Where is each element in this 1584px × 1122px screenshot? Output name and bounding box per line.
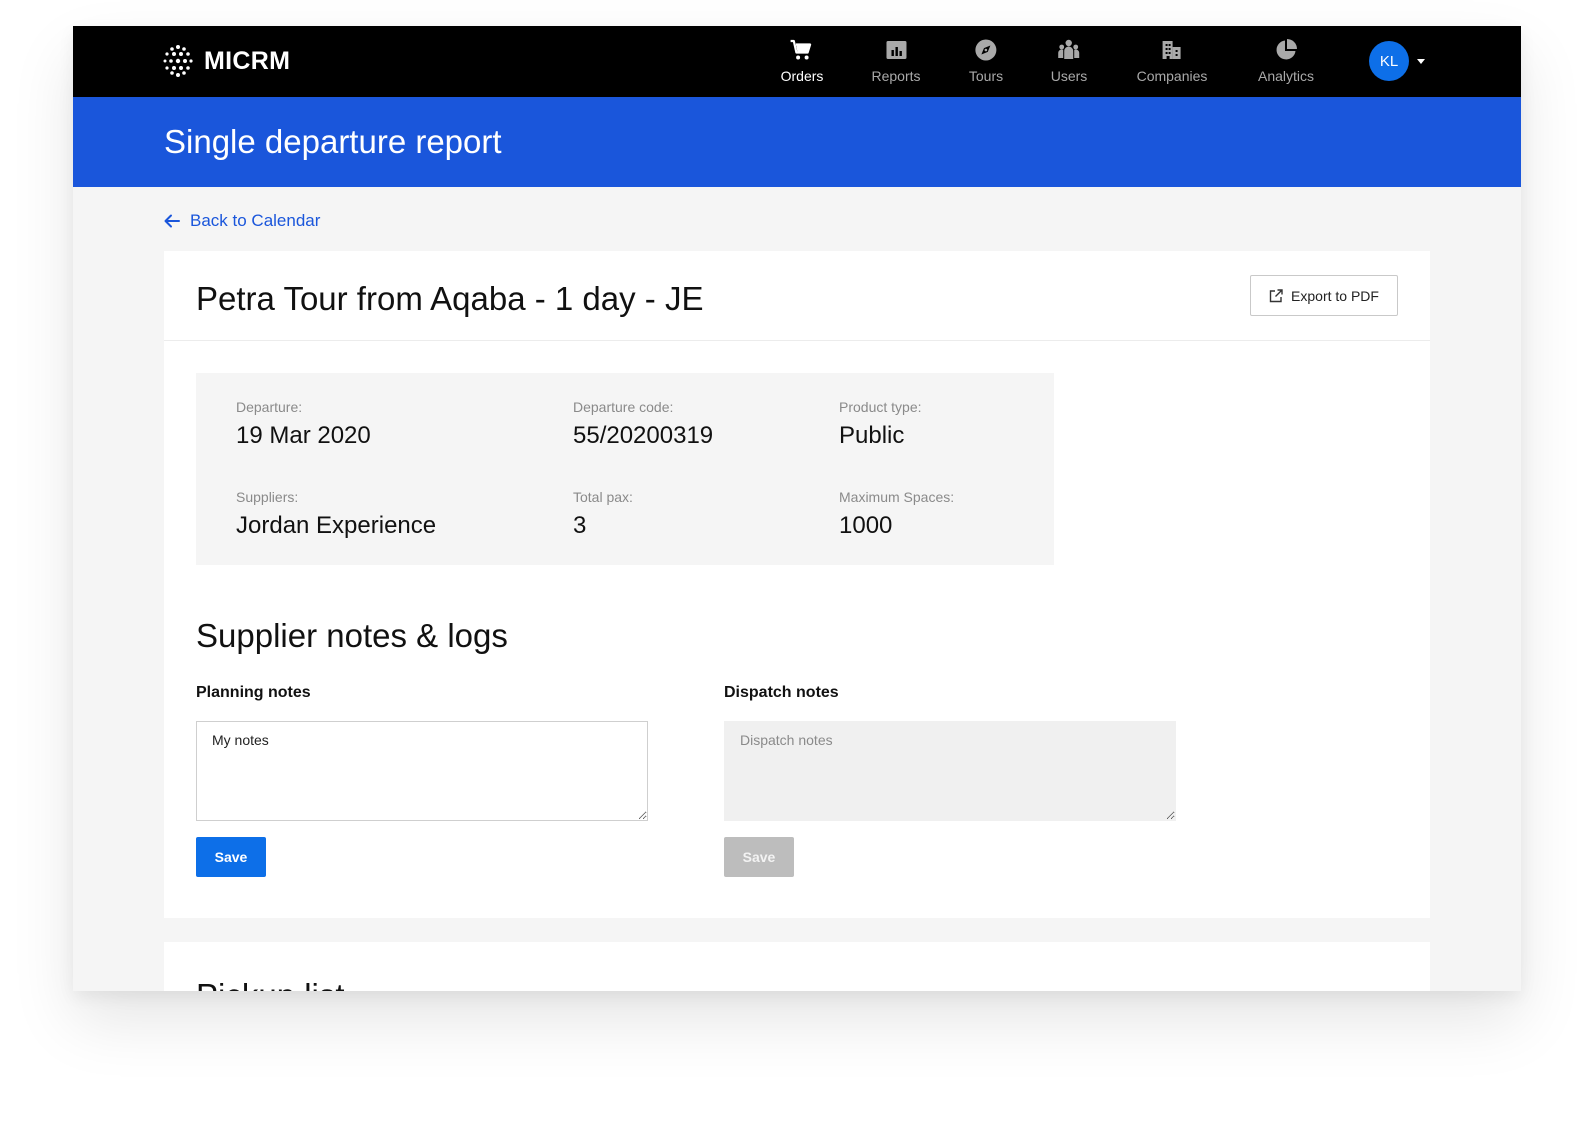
top-navbar: MICRM Orders Reports Tours Users Compani… bbox=[73, 26, 1521, 97]
departure-info-box: Departure: 19 Mar 2020 Departure code: 5… bbox=[196, 373, 1054, 565]
departure-label: Departure: bbox=[236, 399, 303, 415]
tour-title: Petra Tour from Aqaba - 1 day - JE bbox=[196, 280, 704, 317]
back-link-label: Back to Calendar bbox=[190, 211, 321, 230]
field-total-pax: Total pax: 3 bbox=[573, 488, 633, 541]
total-pax-value: 3 bbox=[573, 512, 587, 539]
nav-item-tours[interactable]: Tours bbox=[969, 38, 1003, 84]
field-departure: Departure: 19 Mar 2020 bbox=[236, 398, 371, 451]
dispatch-notes-label: Dispatch notes bbox=[724, 684, 839, 701]
avatar[interactable]: KL bbox=[1369, 41, 1409, 81]
departure-card: Petra Tour from Aqaba - 1 day - JE Expor… bbox=[164, 251, 1430, 918]
field-max-spaces: Maximum Spaces: 1000 bbox=[839, 488, 954, 541]
cart-icon bbox=[790, 39, 812, 60]
building-icon bbox=[1162, 41, 1181, 59]
pickup-list-card: Pickup list bbox=[164, 942, 1430, 991]
nav-label-reports: Reports bbox=[871, 68, 921, 84]
chevron-down-icon[interactable] bbox=[1417, 59, 1425, 64]
page-title: Single departure report bbox=[164, 123, 502, 160]
nav-label-users: Users bbox=[1050, 68, 1088, 84]
planning-notes-textarea[interactable]: My notes bbox=[196, 721, 648, 821]
save-dispatch-notes-button[interactable]: Save bbox=[724, 837, 794, 877]
arrow-left-icon bbox=[164, 214, 180, 228]
app-window: MICRM Orders Reports Tours Users Compani… bbox=[73, 26, 1521, 991]
logo-icon bbox=[163, 45, 193, 77]
export-pdf-button[interactable]: Export to PDF bbox=[1250, 275, 1398, 316]
brand[interactable]: MICRM bbox=[162, 43, 290, 79]
nav-label-analytics: Analytics bbox=[1257, 68, 1315, 84]
nav-item-reports[interactable]: Reports bbox=[871, 38, 921, 84]
suppliers-value: Jordan Experience bbox=[236, 512, 437, 539]
save-planning-notes-button[interactable]: Save bbox=[196, 837, 266, 877]
nav-label-tours: Tours bbox=[968, 68, 1004, 84]
total-pax-label: Total pax: bbox=[573, 489, 633, 505]
planning-notes-group: Planning notes My notes Save bbox=[196, 683, 648, 877]
bar-chart-icon bbox=[886, 41, 906, 59]
departure-value: 19 Mar 2020 bbox=[236, 422, 371, 449]
departure-code-label: Departure code: bbox=[573, 399, 674, 415]
back-to-calendar-link[interactable]: Back to Calendar bbox=[164, 211, 320, 231]
field-departure-code: Departure code: 55/20200319 bbox=[573, 398, 713, 451]
dispatch-notes-group: Dispatch notes Save bbox=[724, 683, 1176, 877]
dispatch-notes-textarea[interactable] bbox=[724, 721, 1176, 821]
compass-icon bbox=[975, 39, 997, 61]
brand-name: MICRM bbox=[204, 46, 291, 75]
nav-item-orders[interactable]: Orders bbox=[780, 38, 824, 84]
external-link-icon bbox=[1269, 288, 1283, 302]
divider bbox=[164, 340, 1430, 341]
max-spaces-label: Maximum Spaces: bbox=[839, 489, 955, 505]
field-product-type: Product type: Public bbox=[839, 398, 922, 451]
nav-item-analytics[interactable]: Analytics bbox=[1258, 38, 1314, 84]
nav-item-companies[interactable]: Companies bbox=[1136, 38, 1208, 84]
field-suppliers: Suppliers: Jordan Experience bbox=[236, 488, 436, 541]
product-type-value: Public bbox=[839, 422, 905, 449]
nav-label-orders: Orders bbox=[780, 68, 824, 84]
planning-notes-label: Planning notes bbox=[196, 684, 311, 701]
max-spaces-value: 1000 bbox=[839, 512, 893, 539]
nav-item-users[interactable]: Users bbox=[1050, 38, 1088, 84]
departure-code-value: 55/20200319 bbox=[573, 422, 714, 449]
users-icon bbox=[1058, 39, 1080, 59]
pie-chart-icon bbox=[1276, 39, 1297, 60]
export-pdf-label: Export to PDF bbox=[1291, 287, 1379, 304]
supplier-notes-heading: Supplier notes & logs bbox=[196, 617, 508, 654]
nav-label-companies: Companies bbox=[1136, 68, 1208, 84]
suppliers-label: Suppliers: bbox=[236, 489, 299, 505]
pickup-list-heading: Pickup list bbox=[196, 976, 345, 991]
product-type-label: Product type: bbox=[839, 399, 922, 415]
